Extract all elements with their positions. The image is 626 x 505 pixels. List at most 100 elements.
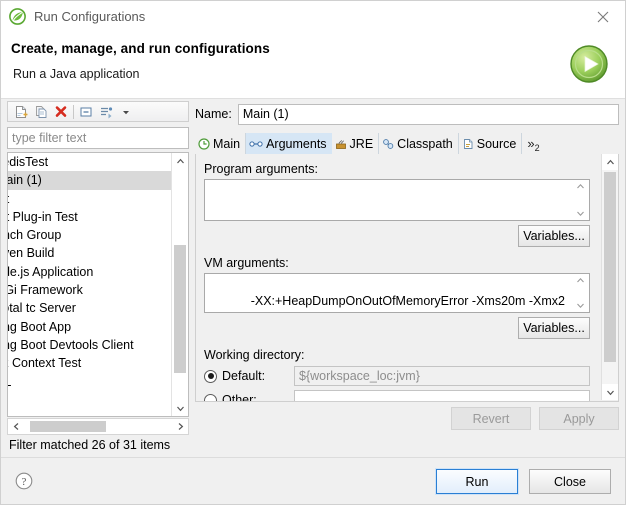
collapse-all-icon[interactable] [76, 103, 96, 121]
list-item[interactable]: SL [8, 373, 174, 391]
filter-input[interactable]: type filter text [7, 127, 189, 149]
configuration-editor: Name: Main (1) Main Arguments JRE Classp… [195, 101, 619, 453]
tab-label: JRE [349, 136, 374, 151]
list-item[interactable]: votal tc Server [8, 299, 174, 317]
filter-icon[interactable] [96, 103, 116, 121]
working-directory-default-row[interactable]: Default: ${workspace_loc:jvm} [204, 366, 590, 386]
classpath-icon [382, 138, 394, 150]
page-title: Create, manage, and run configurations [11, 41, 270, 56]
tab-label: Arguments [266, 136, 327, 151]
list-item[interactable]: ode.js Application [8, 263, 174, 281]
tab-label: Classpath [397, 136, 453, 151]
scroll-right-icon[interactable] [172, 419, 188, 434]
program-arguments-scrollbar[interactable] [573, 181, 588, 219]
radio-default[interactable] [204, 369, 217, 383]
tab-content-scrollbar[interactable] [601, 154, 618, 400]
revert-apply-row: Revert Apply [451, 407, 619, 430]
list-item[interactable]: nit Plug-in Test [8, 208, 174, 226]
filter-status-text: Filter matched 26 of 31 items [9, 438, 171, 452]
close-button[interactable]: Close [529, 469, 611, 494]
scroll-down-icon[interactable] [602, 384, 618, 400]
scroll-up-icon[interactable] [172, 153, 188, 169]
list-item[interactable]: unch Group [8, 226, 174, 244]
program-arguments-group: Program arguments: Variables... [204, 162, 590, 247]
list-item[interactable]: JedisTest [8, 153, 174, 171]
list-item[interactable]: nit [8, 190, 174, 208]
configurations-list-inner: JedisTest Main (1) nit nit Plug-in Test … [8, 153, 174, 391]
working-directory-other-row[interactable]: Other: [204, 390, 590, 402]
apply-button[interactable]: Apply [539, 407, 619, 430]
program-variables-button[interactable]: Variables... [518, 225, 590, 247]
tab-arguments[interactable]: Arguments [246, 133, 332, 154]
revert-button[interactable]: Revert [451, 407, 531, 430]
scroll-down-icon [577, 303, 584, 309]
delete-red-x-icon[interactable] [51, 103, 71, 121]
vm-arguments-input[interactable]: -XX:+HeapDumpOnOutOfMemoryError -Xms20m … [204, 273, 590, 313]
arguments-icon [249, 138, 263, 150]
radio-other-label: Other: [222, 393, 257, 402]
program-arguments-input[interactable] [204, 179, 590, 221]
vm-arguments-scrollbar[interactable] [573, 275, 588, 311]
configurations-list-vertical-scrollbar[interactable] [171, 153, 188, 416]
svg-text:?: ? [22, 476, 27, 488]
spring-leaf-icon [9, 8, 26, 25]
source-icon [462, 138, 474, 150]
working-directory-label: Working directory: [204, 348, 305, 362]
tab-classpath[interactable]: Classpath [379, 133, 459, 154]
tab-source[interactable]: Source [459, 133, 523, 154]
tab-jre[interactable]: JRE [332, 133, 380, 154]
tab-label: Main [213, 136, 241, 151]
dialog-body: type filter text JedisTest Main (1) nit … [1, 99, 625, 457]
list-item[interactable]: ring Boot App [8, 318, 174, 336]
vm-arguments-value: -XX:+HeapDumpOnOutOfMemoryError -Xms20m … [209, 294, 566, 312]
tab-main[interactable]: Main [195, 133, 247, 154]
list-item[interactable]: Main (1) [8, 171, 174, 190]
tab-overflow-chevrons: » [527, 136, 535, 151]
scroll-left-icon[interactable] [8, 419, 24, 434]
new-document-icon[interactable] [11, 103, 31, 121]
jre-icon [335, 138, 347, 150]
vm-arguments-label: VM arguments: [204, 256, 289, 270]
close-icon[interactable] [580, 1, 625, 32]
list-item[interactable]: aven Build [8, 244, 174, 262]
footer-buttons: Run Close [436, 469, 611, 494]
configurations-list[interactable]: JedisTest Main (1) nit nit Plug-in Test … [7, 152, 189, 417]
scroll-up-icon [577, 183, 584, 189]
configurations-list-horizontal-scrollbar[interactable] [7, 418, 189, 435]
vm-variables-button[interactable]: Variables... [518, 317, 590, 339]
radio-other[interactable] [204, 393, 217, 401]
list-item[interactable]: SGi Framework [8, 281, 174, 299]
scroll-thumb[interactable] [604, 172, 616, 362]
main-java-icon [198, 137, 210, 150]
tab-overflow-count: 2 [534, 143, 540, 153]
working-directory-group: Working directory: Default: ${workspace_… [204, 348, 590, 402]
tab-label: Source [476, 136, 517, 151]
tab-strip: Main Arguments JRE Classpath Source » 2 [195, 132, 619, 155]
vm-arguments-group: VM arguments: -XX:+HeapDumpOnOutOfMemory… [204, 256, 590, 339]
tab-overflow-button[interactable]: » 2 [522, 133, 544, 154]
run-green-play-icon [565, 40, 613, 88]
scroll-thumb-horizontal[interactable] [30, 421, 106, 432]
chevron-down-icon[interactable] [116, 103, 136, 121]
working-directory-other-input[interactable] [294, 390, 590, 401]
configurations-toolbar [7, 101, 189, 122]
toolbar-separator [73, 104, 74, 119]
help-question-icon[interactable]: ? [15, 472, 33, 490]
radio-default-label: Default: [222, 369, 266, 383]
title-bar: Run Configurations [1, 1, 625, 32]
name-row: Name: Main (1) [195, 103, 619, 125]
working-directory-default-input[interactable]: ${workspace_loc:jvm} [294, 366, 590, 386]
list-item[interactable]: sk Context Test [8, 354, 174, 372]
scroll-thumb[interactable] [174, 245, 186, 373]
window-title: Run Configurations [34, 9, 146, 24]
copy-icon[interactable] [31, 103, 51, 121]
run-configurations-dialog: Run Configurations Create, manage, and r… [0, 0, 626, 505]
scroll-down-icon [577, 211, 584, 217]
name-input[interactable]: Main (1) [237, 103, 619, 125]
scroll-down-icon[interactable] [172, 400, 188, 416]
scroll-up-icon[interactable] [602, 154, 618, 170]
run-button[interactable]: Run [436, 469, 518, 494]
list-item[interactable]: ring Boot Devtools Client [8, 336, 174, 354]
name-label: Name: [195, 107, 232, 121]
configurations-panel: type filter text JedisTest Main (1) nit … [7, 101, 189, 453]
